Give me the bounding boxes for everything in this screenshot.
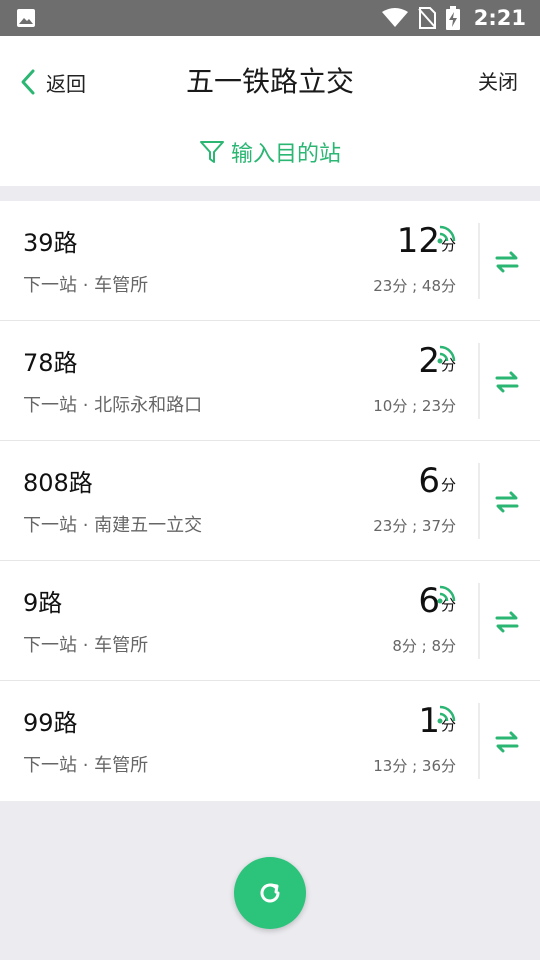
divider <box>478 343 480 419</box>
wifi-icon <box>381 8 408 27</box>
upcoming-arrivals: 8分 ; 8分 <box>392 637 456 655</box>
destination-filter-button[interactable]: 输入目的站 <box>0 136 540 168</box>
upcoming-arrivals: 13分 ; 36分 <box>373 757 456 775</box>
route-name: 78路 <box>23 349 78 377</box>
realtime-signal-icon <box>437 225 456 244</box>
filter-icon <box>199 141 224 163</box>
chevron-left-icon <box>21 69 35 95</box>
next-stop: 下一站 · 南建五一立交 <box>23 515 203 536</box>
swap-direction-icon[interactable] <box>494 729 520 755</box>
image-icon <box>17 9 35 27</box>
divider <box>478 703 480 779</box>
battery-charging-icon <box>445 6 460 30</box>
route-row[interactable]: 808路 下一站 · 南建五一立交 6 分 23分 ; 37分 <box>0 441 540 561</box>
refresh-icon <box>260 883 280 903</box>
divider <box>478 463 480 539</box>
route-name: 808路 <box>23 469 93 497</box>
swap-direction-icon[interactable] <box>494 609 520 635</box>
route-list: 39路 下一站 · 车管所 12 分 23分 ; 48分 78路 下一站 · 北… <box>0 201 540 801</box>
divider <box>478 583 480 659</box>
next-stop: 下一站 · 车管所 <box>23 275 149 296</box>
close-button[interactable]: 关闭 <box>478 66 518 95</box>
filter-label: 输入目的站 <box>230 142 341 167</box>
eta-unit: 分 <box>440 476 456 494</box>
realtime-signal-icon <box>437 705 456 724</box>
eta-minutes: 6 <box>418 461 440 501</box>
route-row[interactable]: 78路 下一站 · 北际永和路口 2 分 10分 ; 23分 <box>0 321 540 441</box>
back-label: 返回 <box>46 71 86 96</box>
upcoming-arrivals: 23分 ; 37分 <box>373 517 456 535</box>
route-row[interactable]: 39路 下一站 · 车管所 12 分 23分 ; 48分 <box>0 201 540 321</box>
refresh-button[interactable] <box>234 857 306 929</box>
next-stop: 下一站 · 北际永和路口 <box>23 395 203 416</box>
swap-direction-icon[interactable] <box>494 249 520 275</box>
upcoming-arrivals: 10分 ; 23分 <box>373 397 456 415</box>
eta-minutes: 12 <box>396 221 440 261</box>
realtime-signal-icon <box>437 585 456 604</box>
next-stop: 下一站 · 车管所 <box>23 755 149 776</box>
divider <box>478 223 480 299</box>
route-name: 99路 <box>23 709 78 737</box>
status-bar: 2:21 <box>0 0 540 36</box>
upcoming-arrivals: 23分 ; 48分 <box>373 277 456 295</box>
route-row[interactable]: 99路 下一站 · 车管所 1 分 13分 ; 36分 <box>0 681 540 801</box>
back-button[interactable]: 返回 <box>20 62 86 102</box>
route-row[interactable]: 9路 下一站 · 车管所 6 分 8分 ; 8分 <box>0 561 540 681</box>
eta: 6 分 <box>418 461 456 501</box>
route-name: 9路 <box>23 589 63 617</box>
header: 返回 五一铁路立交 关闭 输入目的站 <box>0 36 540 186</box>
route-name: 39路 <box>23 229 78 257</box>
swap-direction-icon[interactable] <box>494 369 520 395</box>
swap-direction-icon[interactable] <box>494 489 520 515</box>
status-time: 2:21 <box>473 6 526 30</box>
realtime-signal-icon <box>437 345 456 364</box>
next-stop: 下一站 · 车管所 <box>23 635 149 656</box>
no-sim-icon <box>418 7 436 29</box>
